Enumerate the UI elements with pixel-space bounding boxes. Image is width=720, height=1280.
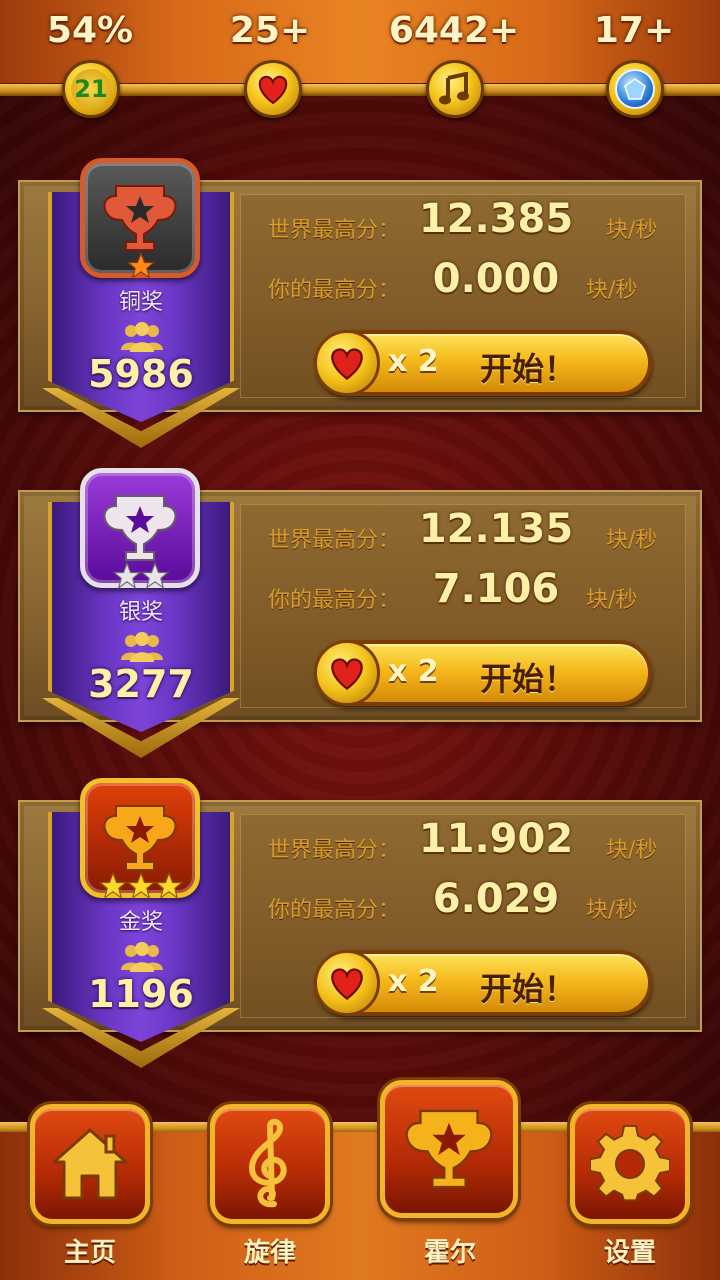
level-badge-icon[interactable]: 21 [62, 60, 120, 118]
treble-clef-icon [248, 1118, 287, 1208]
heart-shape [258, 75, 288, 105]
start-label: 开始！ [480, 970, 577, 1008]
world-best-unit: 块/秒 [606, 838, 658, 863]
heart-icon[interactable] [244, 60, 302, 118]
progress-percent: 54% [46, 10, 134, 51]
note-shape [439, 72, 469, 105]
my-best-label: 你的最高分： [268, 588, 401, 613]
nav-home-button[interactable] [30, 1104, 150, 1224]
world-best-unit: 块/秒 [606, 528, 658, 553]
world-best-unit: 块/秒 [606, 218, 658, 243]
player-count: 5986 [88, 352, 194, 396]
nav-settings-button[interactable] [570, 1104, 690, 1224]
bronze-banner: 铜奖 5986 [38, 158, 244, 448]
world-best-label: 世界最高分： [268, 528, 401, 553]
cost-multiplier: x 2 [388, 964, 439, 999]
players-icon [121, 322, 163, 352]
start-button[interactable]: x 2 开始！ [314, 330, 652, 396]
star-icon [141, 562, 169, 590]
star-icon [155, 872, 183, 900]
home-icon [52, 1128, 128, 1200]
star-rating [38, 872, 244, 900]
world-best-value: 11.902 [418, 816, 574, 862]
heart-icon [314, 640, 380, 706]
my-best-value: 6.029 [432, 876, 560, 922]
start-label: 开始！ [480, 660, 577, 698]
star-rating [38, 562, 244, 590]
music-note-icon[interactable] [426, 60, 484, 118]
my-best-unit: 块/秒 [586, 278, 638, 303]
gear-icon [590, 1124, 670, 1202]
cost-multiplier: x 2 [388, 344, 439, 379]
start-label: 开始！ [480, 350, 577, 388]
award-name: 银奖 [118, 600, 163, 625]
lives-count: 25+ [229, 10, 311, 51]
gem-shape [624, 78, 646, 100]
start-button[interactable]: x 2 开始！ [314, 640, 652, 706]
gem-icon[interactable] [606, 60, 664, 118]
award-name: 金奖 [118, 910, 163, 935]
cost-multiplier: x 2 [388, 654, 439, 689]
player-count: 3277 [88, 662, 194, 706]
world-best-label: 世界最高分： [268, 838, 401, 863]
nav-hall-label: 霍尔 [423, 1238, 476, 1268]
my-best-label: 你的最高分： [268, 898, 401, 923]
trophy-icon [405, 1109, 493, 1189]
my-best-unit: 块/秒 [586, 898, 638, 923]
players-icon [121, 632, 163, 662]
world-best-label: 世界最高分： [268, 218, 401, 243]
my-best-value: 0.000 [432, 256, 560, 302]
nav-hall-button[interactable] [380, 1080, 518, 1218]
world-best-value: 12.135 [418, 506, 574, 552]
star-icon [127, 872, 155, 900]
star-icon [127, 252, 155, 280]
star-icon [113, 562, 141, 590]
nav-settings-label: 设置 [603, 1238, 656, 1268]
award-name: 铜奖 [118, 290, 163, 315]
my-best-label: 你的最高分： [268, 278, 401, 303]
star-rating [38, 252, 244, 280]
nav-home-label: 主页 [63, 1238, 116, 1268]
heart-icon [314, 330, 380, 396]
my-best-unit: 块/秒 [586, 588, 638, 613]
gold-banner: 金奖 1196 [38, 778, 244, 1068]
players-icon [121, 942, 163, 972]
nav-melody-button[interactable] [210, 1104, 330, 1224]
heart-icon [314, 950, 380, 1016]
nav-melody-label: 旋律 [243, 1238, 296, 1268]
star-icon [99, 872, 127, 900]
gems-count: 17+ [593, 10, 675, 51]
level-number: 21 [74, 75, 108, 103]
notes-count: 6442+ [388, 10, 520, 51]
start-button[interactable]: x 2 开始！ [314, 950, 652, 1016]
silver-banner: 银奖 3277 [38, 468, 244, 758]
my-best-value: 7.106 [432, 566, 560, 612]
world-best-value: 12.385 [418, 196, 574, 242]
player-count: 1196 [88, 972, 194, 1016]
